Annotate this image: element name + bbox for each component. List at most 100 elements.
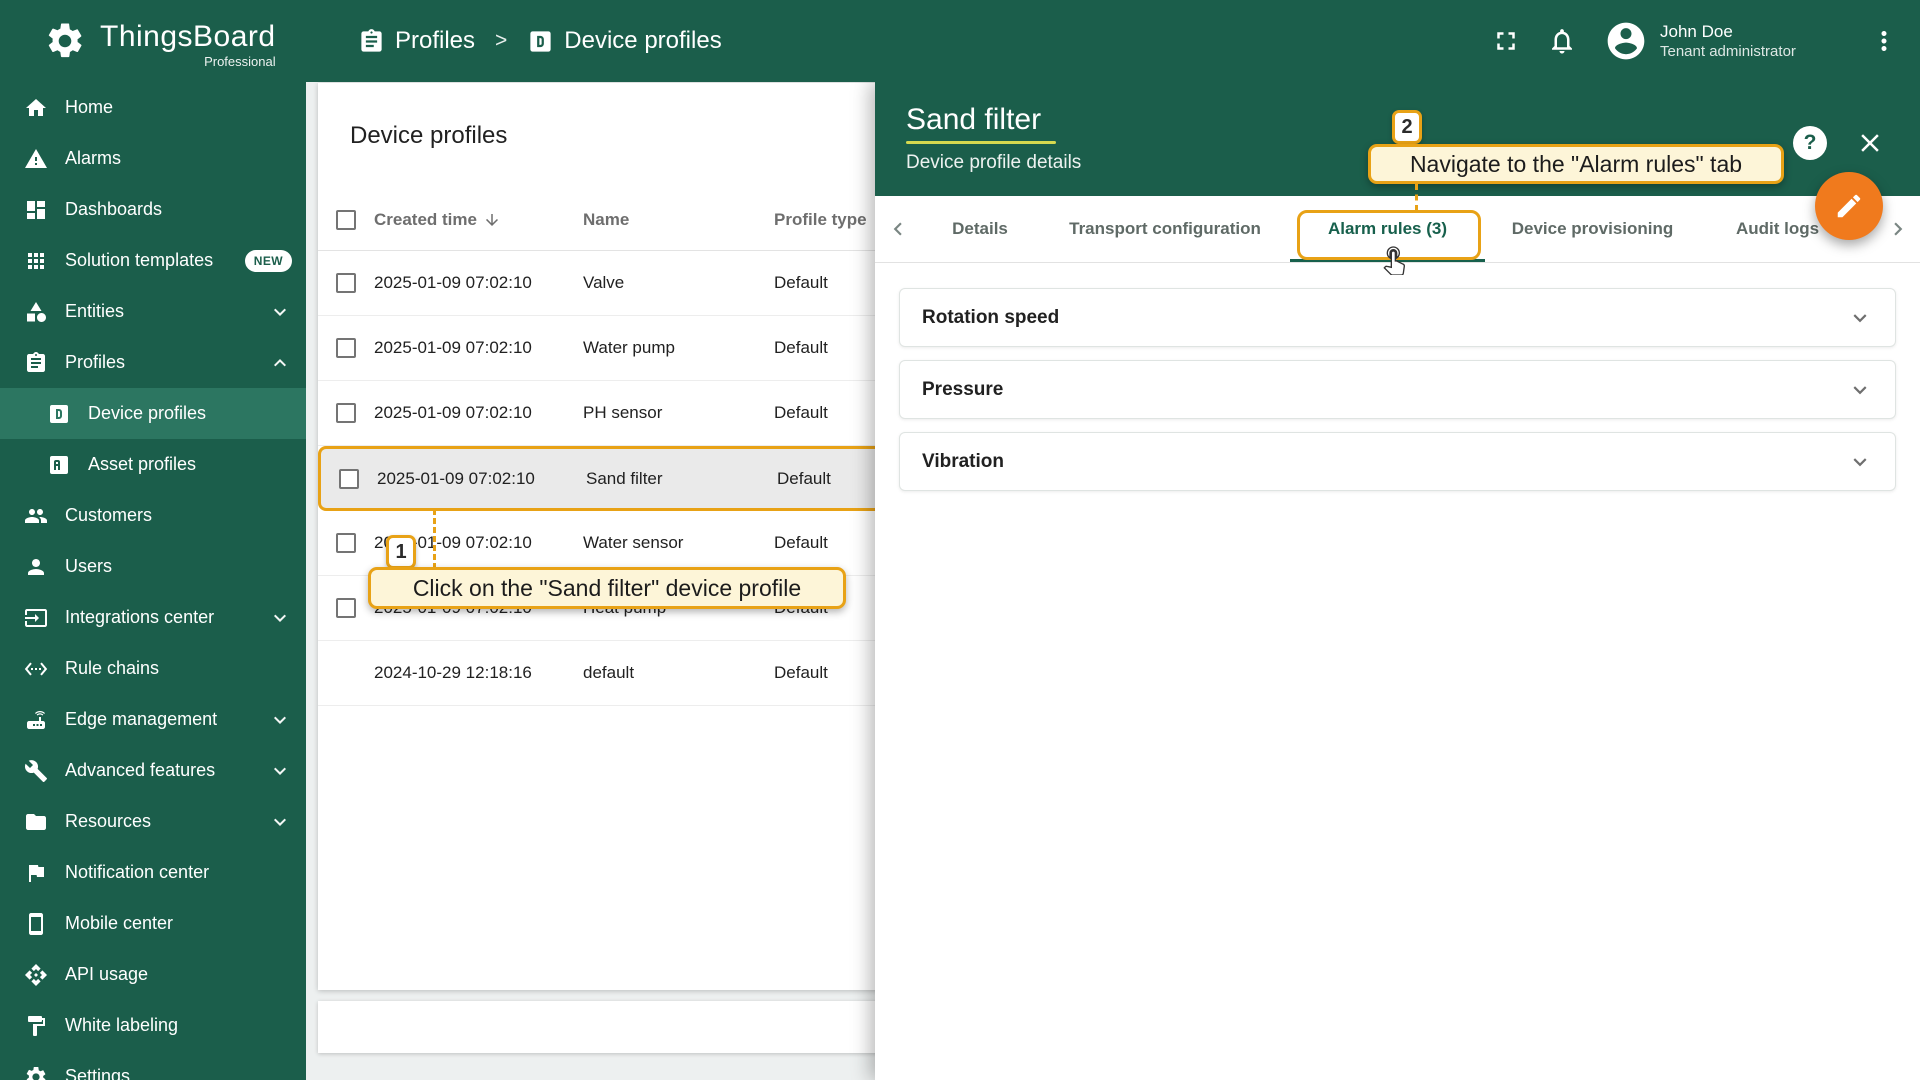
- sidebar-item-device-profiles[interactable]: Device profiles: [0, 388, 306, 439]
- notifications-button[interactable]: [1534, 13, 1590, 69]
- sidebar-item-dashboards[interactable]: Dashboards: [0, 184, 306, 235]
- brand-logo[interactable]: ThingsBoard Professional: [44, 20, 276, 69]
- sidebar-item-label: Profiles: [65, 352, 125, 373]
- help-button[interactable]: ?: [1793, 126, 1827, 160]
- sidebar-nav: Home Alarms Dashboards Solution template…: [0, 82, 306, 1080]
- sidebar-item-integrations-center[interactable]: Integrations center: [0, 592, 306, 643]
- sidebar-item-label: Users: [65, 556, 112, 577]
- warning-icon: [24, 147, 48, 171]
- sidebar-item-label: Mobile center: [65, 913, 173, 934]
- breadcrumb: Profiles > Device profiles: [358, 0, 722, 82]
- row-checkbox[interactable]: [339, 469, 359, 489]
- sidebar-item-asset-profiles[interactable]: Asset profiles: [0, 439, 306, 490]
- close-panel-button[interactable]: [1853, 126, 1887, 160]
- dashboard-icon: [24, 198, 48, 222]
- row-checkbox[interactable]: [336, 403, 356, 423]
- sidebar-item-profiles[interactable]: Profiles: [0, 337, 306, 388]
- sidebar-item-label: Dashboards: [65, 199, 162, 220]
- assignment-icon: [24, 351, 48, 375]
- kebab-menu-icon: [1869, 26, 1899, 56]
- sidebar-item-label: Advanced features: [65, 760, 215, 781]
- cell-created: 2025-01-09 07:02:10: [374, 403, 583, 423]
- alpha-a-box-icon: [47, 453, 71, 477]
- edit-fab-button[interactable]: [1815, 172, 1883, 240]
- step1-number-badge: 1: [386, 535, 416, 569]
- brand-name: ThingsBoard: [100, 20, 276, 54]
- table-row[interactable]: 2025-01-09 07:02:10 PH sensor Default: [318, 381, 918, 446]
- sidebar-item-label: Home: [65, 97, 113, 118]
- sidebar-item-label: Solution templates: [65, 250, 213, 271]
- row-checkbox[interactable]: [336, 273, 356, 293]
- cell-name: Water sensor: [583, 533, 774, 553]
- cell-created: 2025-01-09 07:02:10: [374, 273, 583, 293]
- row-checkbox[interactable]: [336, 598, 356, 618]
- wrench-icon: [24, 759, 48, 783]
- thingsboard-logo-icon: [44, 20, 86, 62]
- breadcrumb-root[interactable]: Profiles: [395, 27, 475, 55]
- sidebar-item-label: Customers: [65, 505, 152, 526]
- chevron-down-icon: [1847, 449, 1873, 475]
- cell-created: 2025-01-09 07:02:10: [374, 338, 583, 358]
- alpha-d-box-icon: [527, 28, 554, 55]
- tab-device-provisioning[interactable]: Device provisioning: [1485, 196, 1700, 262]
- sidebar-item-solution-templates[interactable]: Solution templates NEW: [0, 235, 306, 286]
- person-icon: [24, 555, 48, 579]
- sidebar-item-rule-chains[interactable]: Rule chains: [0, 643, 306, 694]
- pencil-icon: [1834, 191, 1864, 221]
- alarm-rule-accordion-vibration[interactable]: Vibration: [899, 432, 1896, 491]
- column-name[interactable]: Name: [583, 210, 774, 230]
- chevron-down-icon: [268, 759, 292, 783]
- sidebar-item-white-labeling[interactable]: White labeling: [0, 1000, 306, 1051]
- step1-callout: Click on the "Sand filter" device profil…: [368, 567, 846, 609]
- table-header-row: Created time Name Profile type: [318, 189, 918, 251]
- sidebar-item-edge-management[interactable]: Edge management: [0, 694, 306, 745]
- row-checkbox[interactable]: [336, 533, 356, 553]
- sidebar-item-entities[interactable]: Entities: [0, 286, 306, 337]
- cell-name: Valve: [583, 273, 774, 293]
- apps-icon: [24, 249, 48, 273]
- sidebar-item-advanced-features[interactable]: Advanced features: [0, 745, 306, 796]
- more-menu-button[interactable]: [1856, 13, 1912, 69]
- column-created-time[interactable]: Created time: [374, 210, 583, 230]
- step2-number-badge: 2: [1392, 110, 1422, 144]
- sidebar-item-home[interactable]: Home: [0, 82, 306, 133]
- sidebar-item-resources[interactable]: Resources: [0, 796, 306, 847]
- step2-connector-line: [1415, 184, 1418, 211]
- cell-name: Sand filter: [586, 469, 777, 489]
- page-title: Device profiles: [318, 83, 918, 189]
- table-row[interactable]: 2025-01-09 07:02:10 Valve Default: [318, 251, 918, 316]
- row-checkbox[interactable]: [336, 338, 356, 358]
- sidebar-item-api-usage[interactable]: API usage: [0, 949, 306, 1000]
- chevron-down-icon: [1847, 305, 1873, 331]
- table-row[interactable]: 2025-01-09 07:02:10 Water pump Default: [318, 316, 918, 381]
- tab-details[interactable]: Details: [920, 196, 1040, 262]
- table-row-sand-filter[interactable]: 2025-01-09 07:02:10 Sand filter Default: [318, 446, 918, 511]
- notifications-bell-icon: [1547, 26, 1577, 56]
- brand-subtitle: Professional: [100, 54, 276, 69]
- chevron-down-icon: [1847, 377, 1873, 403]
- sidebar-item-mobile-center[interactable]: Mobile center: [0, 898, 306, 949]
- user-info[interactable]: John Doe Tenant administrator: [1660, 21, 1830, 61]
- alarm-rule-accordion-rotation-speed[interactable]: Rotation speed: [899, 288, 1896, 347]
- alarm-rule-accordion-pressure[interactable]: Pressure: [899, 360, 1896, 419]
- new-badge: NEW: [245, 250, 292, 272]
- input-icon: [24, 606, 48, 630]
- sidebar-item-label: Asset profiles: [88, 454, 196, 475]
- sidebar-item-users[interactable]: Users: [0, 541, 306, 592]
- alpha-d-box-icon: [47, 402, 71, 426]
- tab-transport-configuration[interactable]: Transport configuration: [1040, 196, 1290, 262]
- flag-icon: [24, 861, 48, 885]
- category-icon: [24, 300, 48, 324]
- user-avatar[interactable]: [1604, 19, 1648, 63]
- tabs-scroll-left-button[interactable]: [875, 196, 920, 262]
- sidebar-item-customers[interactable]: Customers: [0, 490, 306, 541]
- select-all-checkbox[interactable]: [336, 210, 356, 230]
- sidebar-item-notification-center[interactable]: Notification center: [0, 847, 306, 898]
- router-icon: [24, 708, 48, 732]
- gear-icon: [24, 1065, 48, 1080]
- sidebar-item-settings[interactable]: Settings: [0, 1051, 306, 1080]
- table-row[interactable]: 2024-10-29 12:18:16 default Default: [318, 641, 918, 706]
- sidebar-item-alarms[interactable]: Alarms: [0, 133, 306, 184]
- chevron-up-icon: [268, 351, 292, 375]
- fullscreen-button[interactable]: [1478, 13, 1534, 69]
